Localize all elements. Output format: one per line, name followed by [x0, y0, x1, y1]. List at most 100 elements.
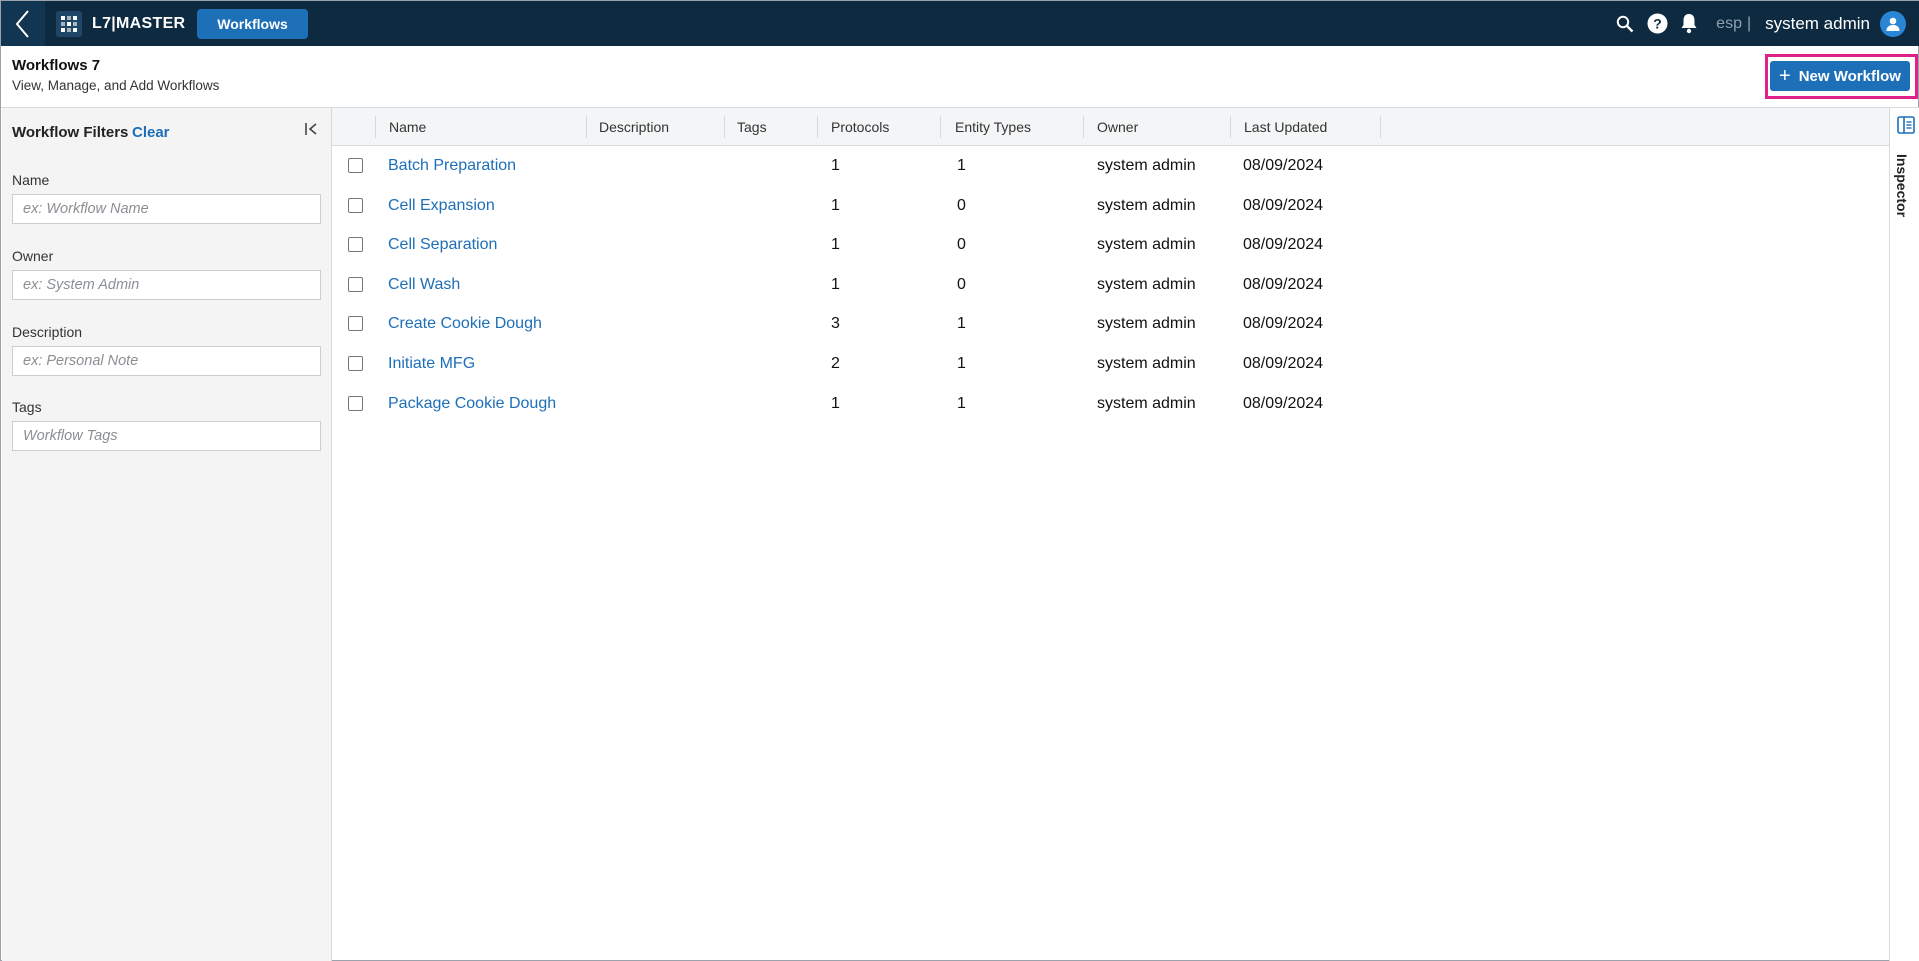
workflow-name-link[interactable]: Cell Separation	[388, 225, 497, 265]
workflow-name-link[interactable]: Package Cookie Dough	[388, 384, 556, 424]
owner-cell: system admin	[1097, 157, 1196, 174]
column-header-last-updated[interactable]: Last Updated	[1244, 108, 1327, 146]
language-separator: |	[1746, 14, 1752, 32]
svg-text:?: ?	[1653, 16, 1662, 32]
bell-icon	[1681, 14, 1697, 34]
last-updated-cell: 08/09/2024	[1243, 355, 1324, 372]
app-tab-workflows[interactable]: Workflows	[197, 9, 308, 39]
filter-description-label: Description	[12, 324, 83, 340]
last-updated-cell: 08/09/2024	[1243, 157, 1324, 174]
entity-types-cell: 1	[957, 395, 966, 412]
app-logo-text: L7|MASTER	[92, 14, 186, 32]
workflow-name-link[interactable]: Initiate MFG	[388, 344, 475, 384]
inspector-panel: Inspector	[1889, 108, 1919, 961]
owner-cell: system admin	[1097, 355, 1196, 372]
inspector-toggle-button[interactable]	[1897, 116, 1915, 134]
row-checkbox[interactable]	[348, 396, 363, 411]
table-row[interactable]: Create Cookie Dough 3 1 system admin 08/…	[332, 304, 1889, 344]
column-divider[interactable]	[724, 116, 725, 138]
column-header-owner[interactable]: Owner	[1097, 108, 1138, 146]
column-divider	[375, 116, 376, 138]
new-workflow-button[interactable]: + New Workflow	[1770, 61, 1910, 91]
column-divider[interactable]	[586, 116, 587, 138]
column-divider[interactable]	[817, 116, 818, 138]
app-logo[interactable]: L7|MASTER	[56, 1, 185, 46]
filter-tags-label: Tags	[12, 399, 42, 415]
workflow-name-link[interactable]: Cell Wash	[388, 265, 460, 305]
last-updated-cell: 08/09/2024	[1243, 395, 1324, 412]
column-divider[interactable]	[940, 116, 941, 138]
filter-name-input[interactable]	[12, 194, 321, 224]
clear-filters-link[interactable]: Clear	[132, 124, 170, 141]
collapse-panel-icon	[305, 123, 317, 135]
column-header-tags[interactable]: Tags	[737, 108, 767, 146]
search-icon	[1616, 15, 1634, 32]
column-divider[interactable]	[1380, 116, 1381, 138]
row-checkbox[interactable]	[348, 277, 363, 292]
column-divider[interactable]	[1083, 116, 1084, 138]
workflow-name-link[interactable]: Create Cookie Dough	[388, 304, 542, 344]
protocols-cell: 1	[831, 276, 840, 293]
table-row[interactable]: Cell Expansion 1 0 system admin 08/09/20…	[332, 186, 1889, 226]
row-checkbox[interactable]	[348, 316, 363, 331]
table-header: Name Description Tags Protocols Entity T…	[332, 108, 1889, 146]
inspector-panel-icon	[1897, 116, 1915, 134]
collapse-sidebar-button[interactable]	[302, 119, 322, 139]
filters-title: Workflow Filters	[12, 124, 129, 141]
notifications-button[interactable]	[1678, 13, 1700, 35]
owner-cell: system admin	[1097, 276, 1196, 293]
filter-owner-label: Owner	[12, 248, 54, 264]
entity-types-cell: 0	[957, 197, 966, 214]
user-avatar[interactable]	[1880, 10, 1906, 37]
app-logo-icon	[56, 10, 82, 37]
entity-types-cell: 1	[957, 355, 966, 372]
top-right-controls: ? esp | system admin	[1604, 1, 1906, 46]
table-row[interactable]: Cell Separation 1 0 system admin 08/09/2…	[332, 225, 1889, 265]
entity-types-cell: 1	[957, 157, 966, 174]
user-name[interactable]: system admin	[1765, 14, 1870, 34]
back-button[interactable]	[1, 1, 45, 46]
inspector-label[interactable]: Inspector	[1894, 154, 1910, 217]
protocols-cell: 1	[831, 197, 840, 214]
column-divider[interactable]	[1230, 116, 1231, 138]
help-button[interactable]: ?	[1646, 13, 1668, 35]
page-title: Workflows 7	[12, 57, 101, 74]
table-row[interactable]: Initiate MFG 2 1 system admin 08/09/2024	[332, 344, 1889, 384]
search-button[interactable]	[1614, 13, 1636, 35]
protocols-cell: 2	[831, 355, 840, 372]
filter-owner-input[interactable]	[12, 270, 321, 300]
protocols-cell: 1	[831, 236, 840, 253]
column-header-protocols[interactable]: Protocols	[831, 108, 889, 146]
owner-cell: system admin	[1097, 236, 1196, 253]
workflows-table: Name Description Tags Protocols Entity T…	[332, 108, 1889, 961]
workflow-name-link[interactable]: Cell Expansion	[388, 186, 495, 226]
row-checkbox[interactable]	[348, 237, 363, 252]
row-checkbox[interactable]	[348, 198, 363, 213]
user-avatar-icon	[1886, 17, 1900, 31]
table-row[interactable]: Batch Preparation 1 1 system admin 08/09…	[332, 146, 1889, 186]
filter-name-label: Name	[12, 172, 50, 188]
entity-types-cell: 1	[957, 315, 966, 332]
entity-types-cell: 0	[957, 276, 966, 293]
last-updated-cell: 08/09/2024	[1243, 276, 1324, 293]
last-updated-cell: 08/09/2024	[1243, 236, 1324, 253]
app-window: L7|MASTER Workflows ? esp | system admin…	[0, 0, 1919, 961]
back-chevron-icon	[15, 9, 29, 38]
new-workflow-label: New Workflow	[1798, 67, 1901, 85]
protocols-cell: 3	[831, 315, 840, 332]
column-header-entity-types[interactable]: Entity Types	[955, 108, 1031, 146]
owner-cell: system admin	[1097, 197, 1196, 214]
filter-description-input[interactable]	[12, 346, 321, 376]
row-checkbox[interactable]	[348, 356, 363, 371]
table-row[interactable]: Cell Wash 1 0 system admin 08/09/2024	[332, 265, 1889, 305]
protocols-cell: 1	[831, 395, 840, 412]
row-checkbox[interactable]	[348, 158, 363, 173]
column-header-name[interactable]: Name	[389, 108, 426, 146]
column-header-description[interactable]: Description	[599, 108, 669, 146]
filter-tags-input[interactable]	[12, 421, 321, 451]
workflow-name-link[interactable]: Batch Preparation	[388, 146, 516, 186]
table-row[interactable]: Package Cookie Dough 1 1 system admin 08…	[332, 384, 1889, 424]
top-nav-bar: L7|MASTER Workflows ? esp | system admin	[1, 1, 1919, 46]
last-updated-cell: 08/09/2024	[1243, 315, 1324, 332]
language-switcher[interactable]: esp	[1716, 15, 1742, 33]
